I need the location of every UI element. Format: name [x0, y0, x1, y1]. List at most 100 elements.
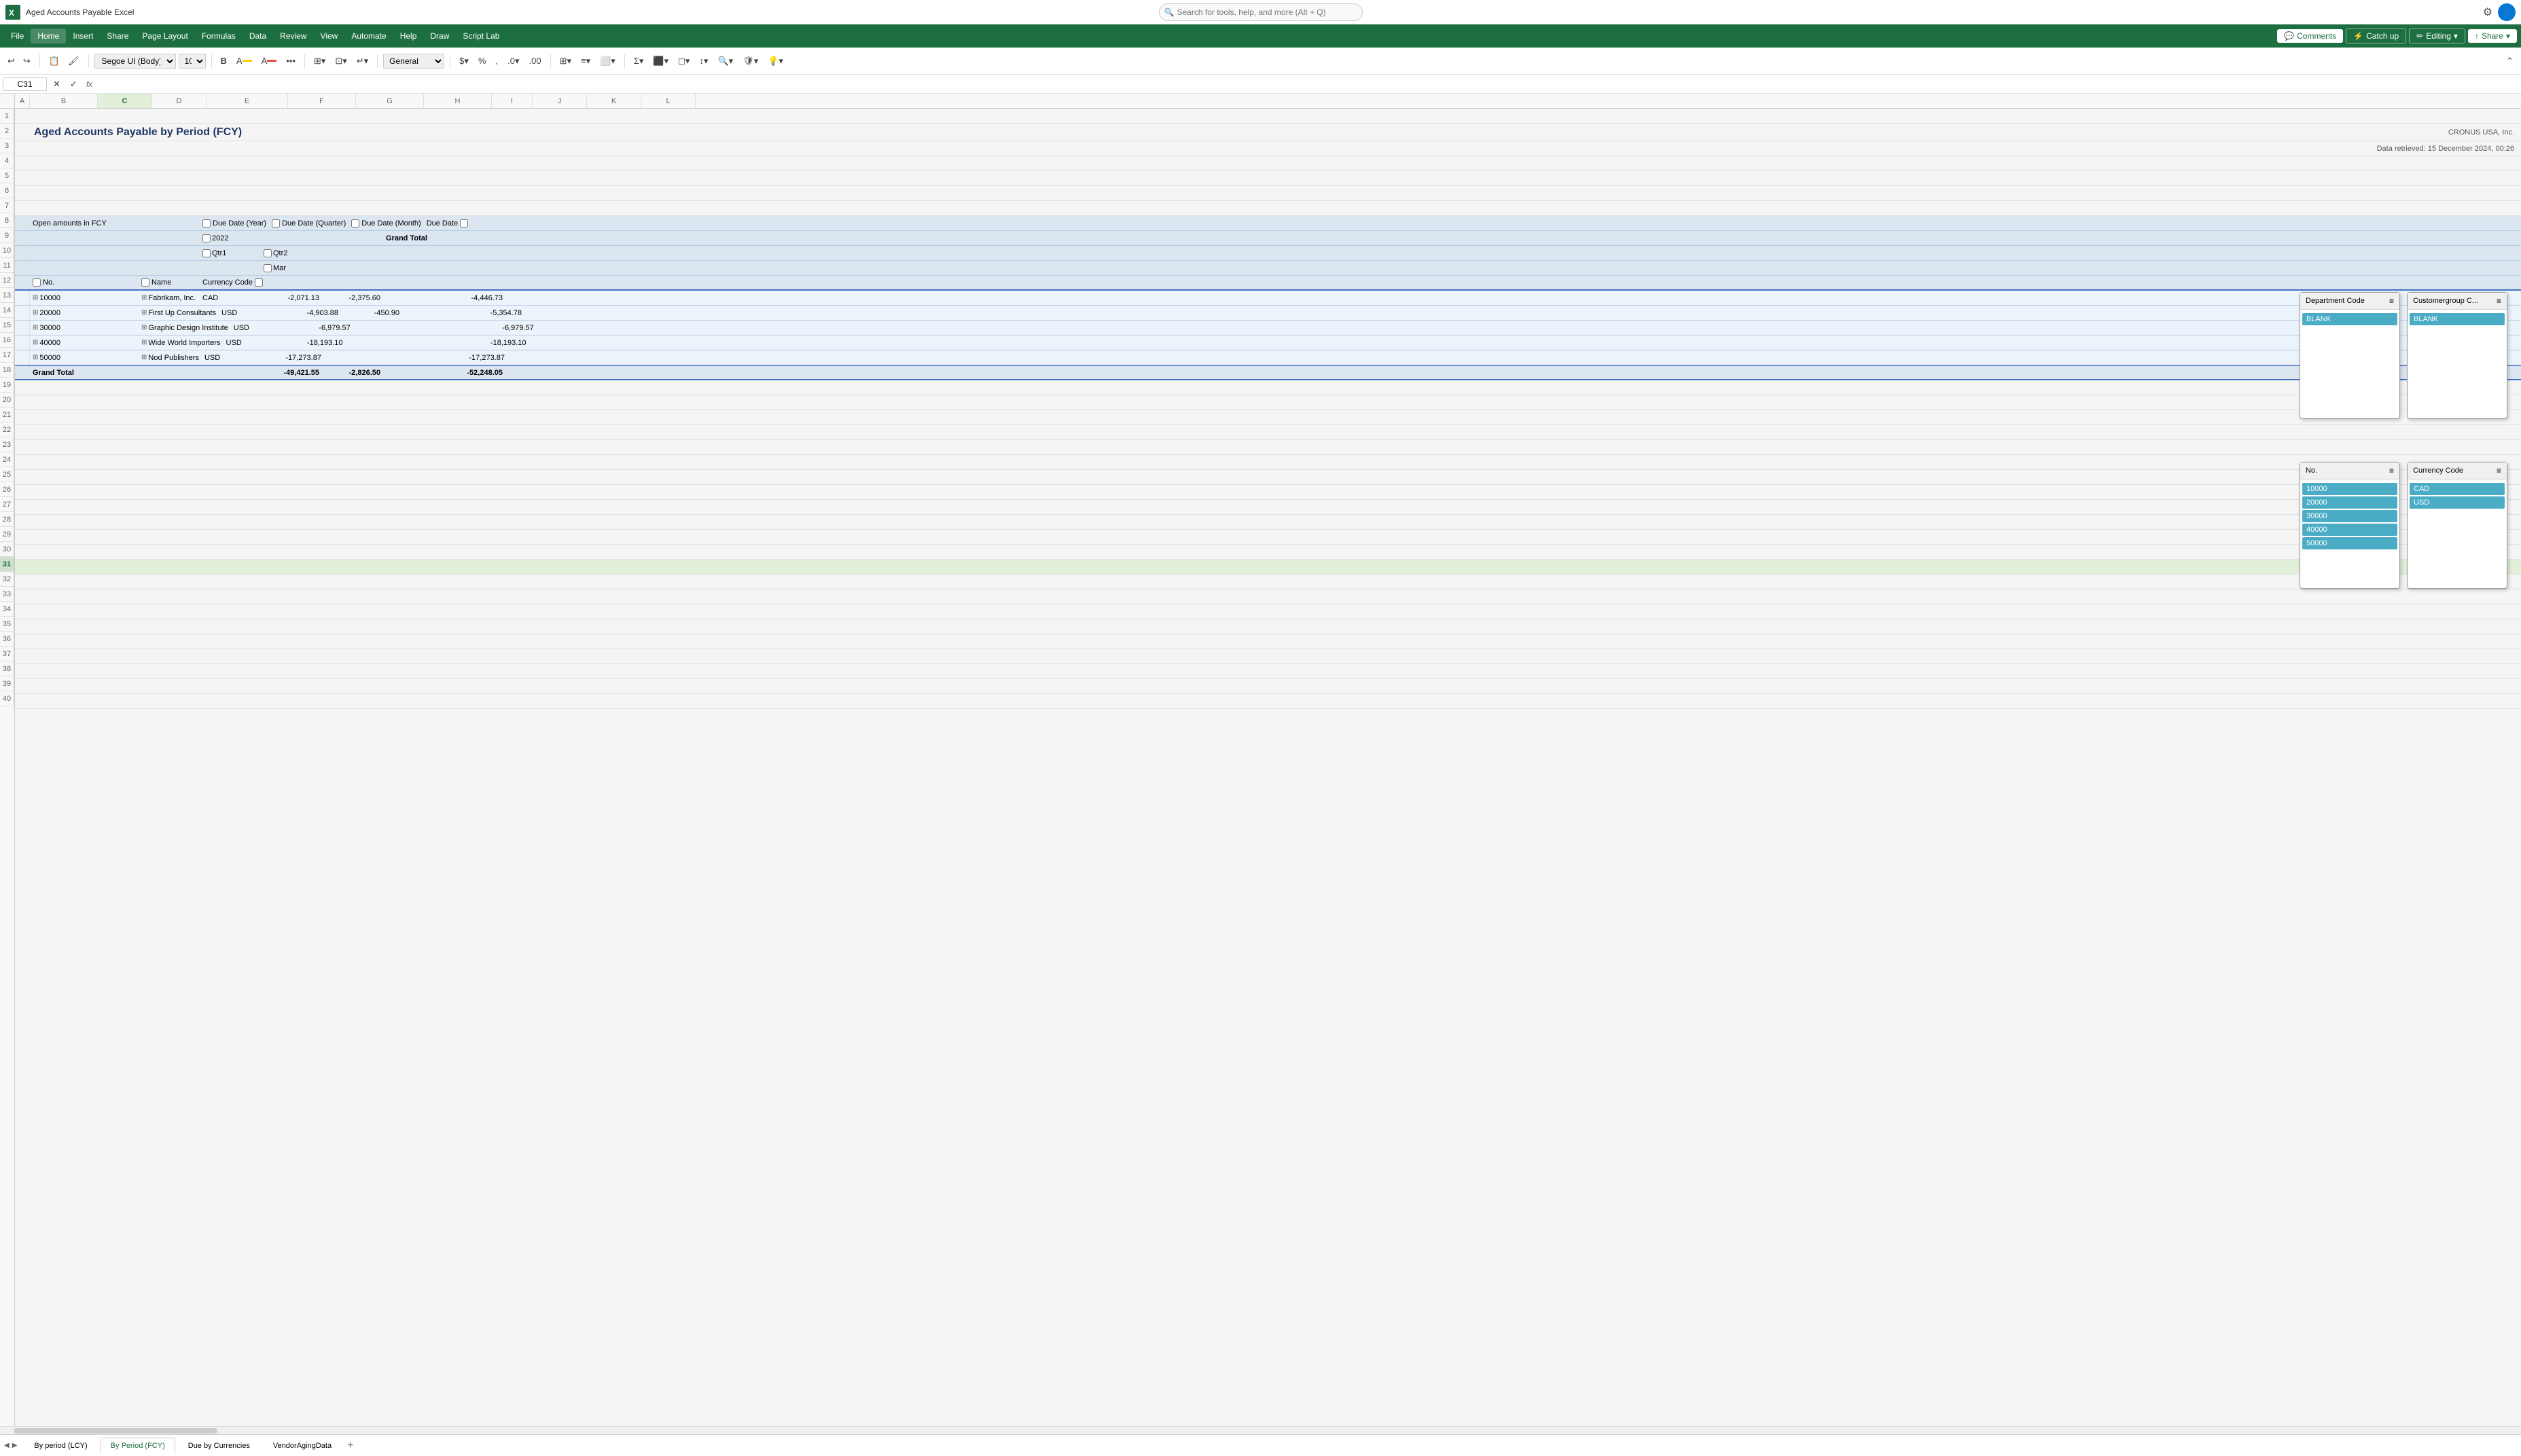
menu-script-lab[interactable]: Script Lab	[456, 29, 506, 43]
dept-code-item-blank[interactable]: BLANK	[2302, 313, 2397, 325]
menu-help[interactable]: Help	[393, 29, 424, 43]
user-avatar[interactable]: 👤	[2498, 3, 2516, 21]
currency-code-slicer[interactable]: Currency Code ≡ CAD USD	[2407, 462, 2507, 589]
col-header-f[interactable]: F	[288, 94, 356, 108]
undo-button[interactable]: ↩	[4, 54, 18, 69]
currency-item-usd[interactable]: USD	[2410, 496, 2505, 509]
row-num-32[interactable]: 32	[0, 572, 14, 587]
wrap-text-button[interactable]: ↵▾	[353, 54, 372, 69]
menu-share[interactable]: Share	[100, 29, 135, 43]
row-num-3[interactable]: 3	[0, 139, 14, 153]
currency-code-col-checkbox[interactable]	[255, 278, 263, 287]
spreadsheet-scroll-area[interactable]: 1234567891011121314151617181920212223242…	[0, 109, 2521, 1426]
menu-review[interactable]: Review	[273, 29, 313, 43]
fill-color-button[interactable]: A	[233, 54, 255, 68]
row-num-22[interactable]: 22	[0, 422, 14, 437]
menu-draw[interactable]: Draw	[423, 29, 456, 43]
more-options-button[interactable]: •••	[283, 54, 299, 68]
row-num-35[interactable]: 35	[0, 617, 14, 632]
qtr2-checkbox[interactable]	[264, 249, 272, 257]
col-header-l[interactable]: L	[641, 94, 696, 108]
sum-button[interactable]: Σ▾	[630, 54, 647, 69]
menu-formulas[interactable]: Formulas	[195, 29, 243, 43]
font-size-select[interactable]: 10 11 12	[179, 54, 206, 69]
no-item-50000[interactable]: 50000	[2302, 537, 2397, 549]
editing-button[interactable]: ✏ Editing ▾	[2409, 29, 2465, 43]
row-num-23[interactable]: 23	[0, 437, 14, 452]
number-format-select[interactable]: General Number Currency	[383, 54, 444, 69]
row-num-33[interactable]: 33	[0, 587, 14, 602]
format-painter-button[interactable]: 🖌	[65, 54, 83, 69]
ideas-button[interactable]: 💡▾	[764, 54, 787, 69]
row-num-20[interactable]: 20	[0, 393, 14, 407]
dept-code-filter-icon[interactable]: ≡	[2389, 296, 2394, 306]
row-num-15[interactable]: 15	[0, 318, 14, 333]
col-header-e[interactable]: E	[207, 94, 288, 108]
catchup-button[interactable]: ⚡ Catch up	[2346, 29, 2406, 43]
row-num-27[interactable]: 27	[0, 497, 14, 512]
due-date-year-checkbox[interactable]	[202, 219, 211, 228]
row-num-26[interactable]: 26	[0, 482, 14, 497]
row-num-4[interactable]: 4	[0, 153, 14, 168]
row-num-14[interactable]: 14	[0, 303, 14, 318]
decrease-decimal-button[interactable]: .0▾	[504, 54, 522, 69]
row-num-37[interactable]: 37	[0, 647, 14, 661]
sensitivity-button[interactable]: 🛡▾	[739, 54, 762, 69]
col-header-i[interactable]: I	[492, 94, 533, 108]
row-num-30[interactable]: 30	[0, 542, 14, 557]
row-num-21[interactable]: 21	[0, 407, 14, 422]
year-2022-checkbox[interactable]	[202, 234, 211, 242]
row-num-2[interactable]: 2	[0, 124, 14, 139]
expand-toolbar-button[interactable]: ⌃	[2503, 54, 2517, 69]
font-family-select[interactable]: Segoe UI (Body)	[94, 54, 176, 69]
row-num-7[interactable]: 7	[0, 198, 14, 213]
menu-file[interactable]: File	[4, 29, 31, 43]
sheet-tab-add-button[interactable]: +	[342, 1440, 359, 1452]
confirm-formula-button[interactable]: ✓	[67, 77, 81, 92]
share-button[interactable]: ↑ Share ▾	[2468, 29, 2517, 43]
formula-input[interactable]	[98, 78, 2518, 90]
row-num-8[interactable]: 8	[0, 213, 14, 228]
search-input[interactable]	[1159, 3, 1363, 21]
sheet-nav-prev[interactable]: ◀	[3, 1440, 11, 1451]
cell-reference[interactable]: C31	[3, 77, 47, 91]
scroll-thumb[interactable]	[14, 1428, 217, 1434]
row-num-6[interactable]: 6	[0, 183, 14, 198]
no-slicer-filter-icon[interactable]: ≡	[2389, 466, 2394, 475]
insert-table-button[interactable]: ⊞▾	[556, 54, 575, 69]
row-num-16[interactable]: 16	[0, 333, 14, 348]
no-item-30000[interactable]: 30000	[2302, 510, 2397, 522]
currency-item-cad[interactable]: CAD	[2410, 483, 2505, 495]
merge-button[interactable]: ⊡▾	[332, 54, 350, 69]
mar-checkbox[interactable]	[264, 264, 272, 272]
row-num-25[interactable]: 25	[0, 467, 14, 482]
row-num-31[interactable]: 31	[0, 557, 14, 572]
no-item-10000[interactable]: 10000	[2302, 483, 2397, 495]
currency-format-button[interactable]: $▾	[456, 54, 472, 69]
menu-view[interactable]: View	[314, 29, 345, 43]
no-slicer[interactable]: No. ≡ 10000 20000 30000 40000 50000	[2300, 462, 2400, 589]
no-item-40000[interactable]: 40000	[2302, 524, 2397, 536]
sheet-tab-vendor-aging-data[interactable]: VendorAgingData	[263, 1438, 342, 1453]
col-header-k[interactable]: K	[587, 94, 641, 108]
currency-code-filter-icon[interactable]: ≡	[2497, 466, 2501, 475]
due-date-month-checkbox[interactable]	[351, 219, 359, 228]
row-num-38[interactable]: 38	[0, 661, 14, 676]
col-header-c[interactable]: C	[98, 94, 152, 108]
col-header-d[interactable]: D	[152, 94, 207, 108]
customer-group-item-blank[interactable]: BLANK	[2410, 313, 2505, 325]
row-num-29[interactable]: 29	[0, 527, 14, 542]
sheet-tab-by-period-lcy[interactable]: By period (LCY)	[24, 1438, 97, 1453]
due-date-quarter-checkbox[interactable]	[272, 219, 280, 228]
col-header-b[interactable]: B	[30, 94, 98, 108]
conditional-format-button[interactable]: ≡▾	[577, 54, 594, 69]
clipboard-button[interactable]: 📋	[46, 54, 63, 69]
row-num-19[interactable]: 19	[0, 378, 14, 393]
qtr1-checkbox[interactable]	[202, 249, 211, 257]
col-header-a[interactable]: A	[15, 94, 30, 108]
row-num-5[interactable]: 5	[0, 168, 14, 183]
redo-button[interactable]: ↪	[20, 54, 34, 69]
no-col-checkbox[interactable]	[33, 278, 41, 287]
percent-button[interactable]: %	[475, 54, 490, 68]
comments-button[interactable]: 💬 Comments	[2277, 29, 2343, 43]
